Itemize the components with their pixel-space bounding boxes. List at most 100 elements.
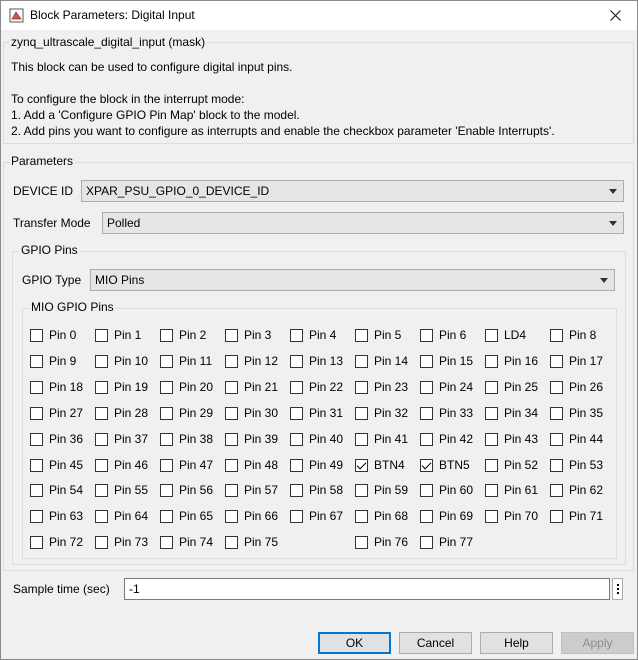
checkbox-box[interactable] (420, 458, 433, 472)
checkbox-box[interactable] (95, 483, 108, 497)
pin-checkbox[interactable]: Pin 28 (95, 406, 148, 420)
checkbox-box[interactable] (355, 509, 368, 523)
sample-time-input[interactable]: -1 (124, 578, 610, 600)
pin-checkbox[interactable]: Pin 5 (355, 328, 401, 342)
checkbox-box[interactable] (225, 432, 238, 446)
pin-checkbox[interactable]: Pin 64 (95, 509, 148, 523)
help-button[interactable]: Help (480, 632, 553, 654)
pin-checkbox[interactable]: Pin 8 (550, 328, 596, 342)
checkbox-box[interactable] (30, 483, 43, 497)
device-id-dropdown[interactable]: XPAR_PSU_GPIO_0_DEVICE_ID (81, 180, 624, 202)
checkbox-box[interactable] (290, 432, 303, 446)
checkbox-box[interactable] (485, 483, 498, 497)
checkbox-box[interactable] (290, 406, 303, 420)
pin-checkbox[interactable]: Pin 44 (550, 432, 603, 446)
checkbox-box[interactable] (160, 483, 173, 497)
pin-checkbox[interactable]: Pin 38 (160, 432, 213, 446)
pin-checkbox[interactable]: Pin 24 (420, 380, 473, 394)
pin-checkbox[interactable]: Pin 75 (225, 535, 278, 549)
pin-checkbox[interactable]: Pin 3 (225, 328, 271, 342)
checkbox-box[interactable] (420, 380, 433, 394)
pin-checkbox[interactable]: Pin 32 (355, 406, 408, 420)
checkbox-box[interactable] (550, 432, 563, 446)
checkbox-box[interactable] (355, 535, 368, 549)
pin-checkbox[interactable]: Pin 15 (420, 354, 473, 368)
pin-checkbox[interactable]: Pin 40 (290, 432, 343, 446)
pin-checkbox[interactable]: Pin 4 (290, 328, 336, 342)
checkbox-box[interactable] (30, 380, 43, 394)
checkbox-box[interactable] (355, 380, 368, 394)
checkbox-box[interactable] (95, 328, 108, 342)
checkbox-box[interactable] (550, 509, 563, 523)
checkbox-box[interactable] (420, 406, 433, 420)
checkbox-box[interactable] (95, 509, 108, 523)
pin-checkbox[interactable]: Pin 18 (30, 380, 83, 394)
checkbox-box[interactable] (355, 483, 368, 497)
checkbox-box[interactable] (485, 380, 498, 394)
pin-checkbox[interactable]: Pin 29 (160, 406, 213, 420)
checkbox-box[interactable] (290, 458, 303, 472)
pin-checkbox[interactable]: Pin 12 (225, 354, 278, 368)
checkbox-box[interactable] (160, 380, 173, 394)
pin-checkbox[interactable]: Pin 60 (420, 483, 473, 497)
pin-checkbox[interactable]: Pin 52 (485, 458, 538, 472)
checkbox-box[interactable] (485, 509, 498, 523)
pin-checkbox[interactable]: Pin 31 (290, 406, 343, 420)
pin-checkbox[interactable]: Pin 22 (290, 380, 343, 394)
checkbox-box[interactable] (550, 483, 563, 497)
pin-checkbox[interactable]: Pin 19 (95, 380, 148, 394)
checkbox-box[interactable] (95, 406, 108, 420)
transfer-mode-dropdown[interactable]: Polled (102, 212, 624, 234)
pin-checkbox[interactable]: Pin 27 (30, 406, 83, 420)
ok-button[interactable]: OK (318, 632, 391, 654)
checkbox-box[interactable] (550, 458, 563, 472)
checkbox-box[interactable] (95, 535, 108, 549)
checkbox-box[interactable] (355, 406, 368, 420)
pin-checkbox[interactable]: Pin 34 (485, 406, 538, 420)
checkbox-box[interactable] (485, 432, 498, 446)
checkbox-box[interactable] (160, 535, 173, 549)
pin-checkbox[interactable]: Pin 46 (95, 458, 148, 472)
pin-checkbox[interactable]: Pin 45 (30, 458, 83, 472)
checkbox-box[interactable] (225, 483, 238, 497)
pin-checkbox[interactable]: Pin 30 (225, 406, 278, 420)
checkbox-box[interactable] (30, 406, 43, 420)
pin-checkbox[interactable]: Pin 65 (160, 509, 213, 523)
checkbox-box[interactable] (290, 483, 303, 497)
checkbox-box[interactable] (30, 432, 43, 446)
pin-checkbox[interactable]: Pin 43 (485, 432, 538, 446)
pin-checkbox[interactable]: Pin 71 (550, 509, 603, 523)
checkbox-box[interactable] (290, 328, 303, 342)
checkbox-box[interactable] (290, 509, 303, 523)
checkbox-box[interactable] (30, 509, 43, 523)
pin-checkbox[interactable]: Pin 76 (355, 535, 408, 549)
checkbox-box[interactable] (30, 354, 43, 368)
checkbox-box[interactable] (355, 328, 368, 342)
pin-checkbox[interactable]: Pin 66 (225, 509, 278, 523)
checkbox-box[interactable] (95, 458, 108, 472)
pin-checkbox[interactable]: Pin 68 (355, 509, 408, 523)
pin-checkbox[interactable]: Pin 61 (485, 483, 538, 497)
checkbox-box[interactable] (485, 458, 498, 472)
checkbox-box[interactable] (355, 458, 368, 472)
pin-checkbox[interactable]: Pin 41 (355, 432, 408, 446)
checkbox-box[interactable] (95, 354, 108, 368)
checkbox-box[interactable] (420, 509, 433, 523)
pin-checkbox[interactable]: Pin 11 (160, 354, 212, 368)
checkbox-box[interactable] (290, 380, 303, 394)
checkbox-box[interactable] (290, 354, 303, 368)
checkbox-box[interactable] (160, 406, 173, 420)
pin-checkbox[interactable]: Pin 35 (550, 406, 603, 420)
pin-checkbox[interactable]: Pin 10 (95, 354, 148, 368)
pin-checkbox[interactable]: Pin 48 (225, 458, 278, 472)
checkbox-box[interactable] (160, 458, 173, 472)
gpio-type-dropdown[interactable]: MIO Pins (90, 269, 615, 291)
checkbox-box[interactable] (160, 509, 173, 523)
pin-checkbox[interactable]: Pin 17 (550, 354, 603, 368)
checkbox-box[interactable] (485, 328, 498, 342)
pin-checkbox[interactable]: Pin 0 (30, 328, 76, 342)
pin-checkbox[interactable]: Pin 26 (550, 380, 603, 394)
pin-checkbox[interactable]: Pin 9 (30, 354, 76, 368)
pin-checkbox[interactable]: LD4 (485, 328, 526, 342)
close-button[interactable] (592, 0, 638, 31)
